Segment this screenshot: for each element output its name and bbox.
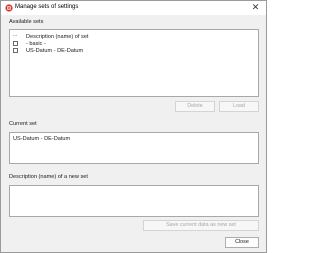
manage-sets-dialog: Manage sets of settings ✕ Available sets… <box>0 0 267 253</box>
set-checkbox[interactable] <box>13 41 18 46</box>
list-item[interactable]: - basic - <box>13 40 46 47</box>
delete-button[interactable]: Delete <box>175 101 215 112</box>
header-marker: ... <box>13 32 18 38</box>
available-sets-list[interactable]: ... Description (name) of set - basic - … <box>9 29 259 97</box>
available-sets-label: Available sets <box>9 19 44 25</box>
new-set-description-input[interactable] <box>9 185 259 217</box>
current-set-field[interactable]: US-Datum - DE-Datum <box>9 132 259 164</box>
close-button[interactable]: Close <box>225 237 259 248</box>
list-header: ... Description (name) of set <box>13 32 89 40</box>
window-title: Manage sets of settings <box>15 4 79 10</box>
save-as-new-set-button[interactable]: Save current data as new set <box>143 220 259 231</box>
current-set-label: Current set <box>9 121 37 127</box>
current-set-value: US-Datum - DE-Datum <box>13 136 71 142</box>
load-button[interactable]: Load <box>219 101 259 112</box>
set-label: - basic - <box>26 40 46 47</box>
new-set-label: Description (name) of a new set <box>9 174 88 180</box>
title-bar[interactable]: Manage sets of settings ✕ <box>1 1 266 15</box>
set-checkbox[interactable] <box>13 48 18 53</box>
list-header-description: Description (name) of set <box>26 33 89 40</box>
close-icon[interactable]: ✕ <box>250 2 261 13</box>
app-icon <box>5 4 13 12</box>
set-label: US-Datum - DE-Datum <box>26 47 84 54</box>
list-item[interactable]: US-Datum - DE-Datum <box>13 47 83 54</box>
